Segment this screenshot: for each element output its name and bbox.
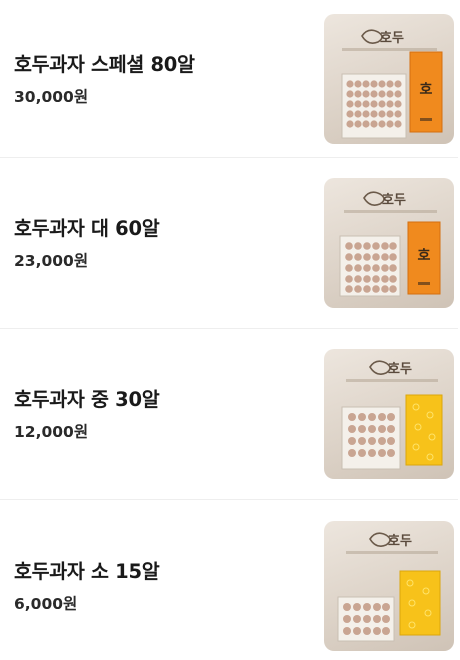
svg-text:호두: 호두 [382, 193, 406, 208]
product-info: 호두과자 대 60알 23,000원 [14, 215, 324, 271]
svg-text:호: 호 [418, 248, 431, 264]
product-item-medium-30[interactable]: 호두과자 중 30알 12,000원 호두 [0, 329, 458, 500]
walnut-cake-orange-box-image[interactable]: 호두 호 [324, 13, 454, 144]
product-price: 23,000원 [14, 252, 89, 270]
svg-text:호: 호 [420, 82, 433, 98]
svg-text:호두: 호두 [380, 31, 404, 46]
product-price: 6,000원 [14, 594, 78, 613]
product-item-small-15[interactable]: 호두과자 소 15알 6,000원 호두 [0, 500, 458, 660]
product-info: 호두과자 중 30알 12,000원 [14, 386, 324, 442]
product-price: 30,000원 [14, 87, 89, 106]
walnut-cake-yellow-box-image[interactable]: 호두 [324, 349, 454, 479]
walnut-cake-orange-box-image[interactable]: 호두 호 [324, 178, 454, 308]
product-name: 호두과자 대 60알 [14, 217, 160, 240]
product-photo: 호두 [337, 531, 441, 641]
product-photo: 호두 호 [339, 191, 441, 297]
svg-text:호두: 호두 [388, 362, 412, 377]
product-name: 호두과자 스페셜 80알 [14, 52, 195, 76]
product-name: 호두과자 중 30알 [14, 388, 160, 411]
product-photo: 호두 호 [341, 28, 443, 138]
product-item-large-60[interactable]: 호두과자 대 60알 23,000원 호두 호 [0, 158, 458, 329]
walnut-cake-yellow-box-image[interactable]: 호두 [324, 520, 454, 651]
product-name: 호두과자 소 15알 [14, 559, 160, 583]
product-list: 호두과자 스페셜 80알 30,000원 호두 호 호두과자 대 60알 23,… [0, 0, 460, 660]
product-price: 12,000원 [14, 423, 89, 441]
product-photo: 호두 [341, 360, 443, 470]
svg-text:호두: 호두 [388, 534, 412, 549]
product-info: 호두과자 소 15알 6,000원 [14, 558, 324, 614]
product-item-special-80[interactable]: 호두과자 스페셜 80알 30,000원 호두 호 [0, 0, 458, 158]
product-info: 호두과자 스페셜 80알 30,000원 [14, 51, 324, 107]
